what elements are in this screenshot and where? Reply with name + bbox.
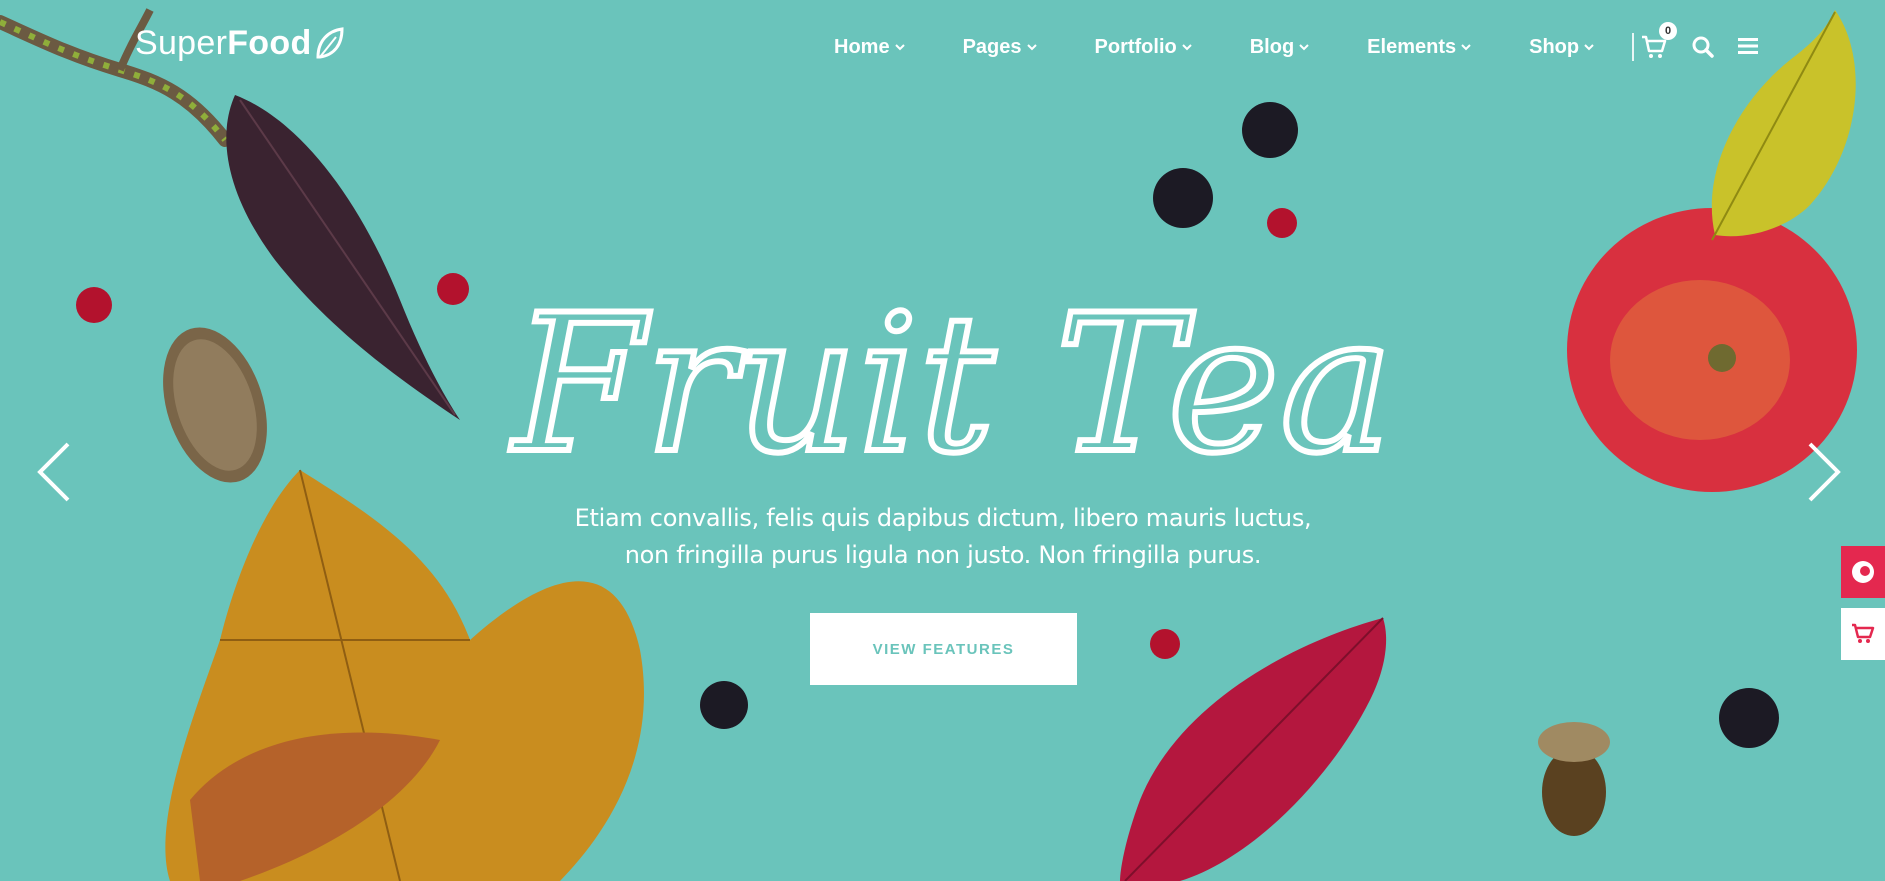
chevron-down-icon	[1026, 44, 1037, 51]
leaf-icon	[316, 26, 344, 58]
nav-item-label: Elements	[1367, 35, 1457, 58]
chevron-down-icon	[1584, 44, 1594, 51]
hero-title-graphic: Fruit Tea	[507, 271, 1396, 498]
slider-prev-button[interactable]	[36, 440, 72, 504]
menu-button[interactable]	[1738, 37, 1758, 55]
nav-item-pages[interactable]: Pages	[963, 36, 1037, 59]
nav-item-label: Home	[834, 35, 890, 58]
hero-description-line-1: Etiam convallis, felis quis dapibus dict…	[574, 504, 1312, 532]
support-icon	[1852, 561, 1874, 583]
nav-divider	[1632, 33, 1635, 61]
chevron-left-icon	[37, 442, 70, 502]
search-button[interactable]	[1692, 36, 1714, 58]
support-widget-button[interactable]	[1841, 546, 1885, 598]
hero-description-line-2: non fringilla purus ligula non justo. No…	[624, 541, 1262, 569]
hero-title: Fruit Tea	[488, 271, 1418, 498]
acorn-image	[1538, 722, 1610, 836]
chevron-down-icon	[894, 44, 905, 51]
hero-slider: Super Food Home Pages Portfolio Blog Elem…	[0, 0, 1885, 881]
cart-icon	[1852, 623, 1875, 643]
nav-item-label: Portfolio	[1094, 35, 1177, 58]
nav-item-portfolio[interactable]: Portfolio	[1095, 36, 1192, 59]
menu-icon	[1738, 38, 1758, 54]
nav-item-label: Blog	[1249, 35, 1295, 58]
hero-title-text: Fruit Tea	[510, 280, 1393, 480]
chevron-down-icon	[1182, 44, 1192, 51]
search-icon	[1692, 36, 1714, 58]
nav-item-blog[interactable]: Blog	[1250, 36, 1309, 59]
cart-button[interactable]: 0	[1641, 22, 1677, 60]
view-features-button[interactable]: VIEW FEATURES	[810, 613, 1077, 685]
logo-text-super: Super	[135, 24, 228, 62]
chevron-right-icon	[1808, 442, 1841, 502]
nav-item-shop[interactable]: Shop	[1529, 36, 1594, 59]
nav-item-label: Shop	[1529, 35, 1580, 58]
site-logo[interactable]: Super Food	[135, 24, 344, 63]
nav-item-elements[interactable]: Elements	[1367, 36, 1471, 59]
main-navigation: Home Pages Portfolio Blog Elements Shop	[834, 32, 1635, 62]
cart-count-badge: 0	[1659, 22, 1677, 40]
chevron-down-icon	[1299, 44, 1309, 51]
chevron-down-icon	[1461, 44, 1471, 51]
nav-item-label: Pages	[962, 35, 1022, 58]
hero-description: Etiam convallis, felis quis dapibus dict…	[560, 500, 1326, 574]
pinecone-image	[163, 327, 267, 483]
cart-widget-button[interactable]	[1841, 608, 1885, 660]
logo-text-food: Food	[227, 24, 312, 62]
slider-next-button[interactable]	[1806, 440, 1842, 504]
nav-item-home[interactable]: Home	[834, 36, 905, 59]
